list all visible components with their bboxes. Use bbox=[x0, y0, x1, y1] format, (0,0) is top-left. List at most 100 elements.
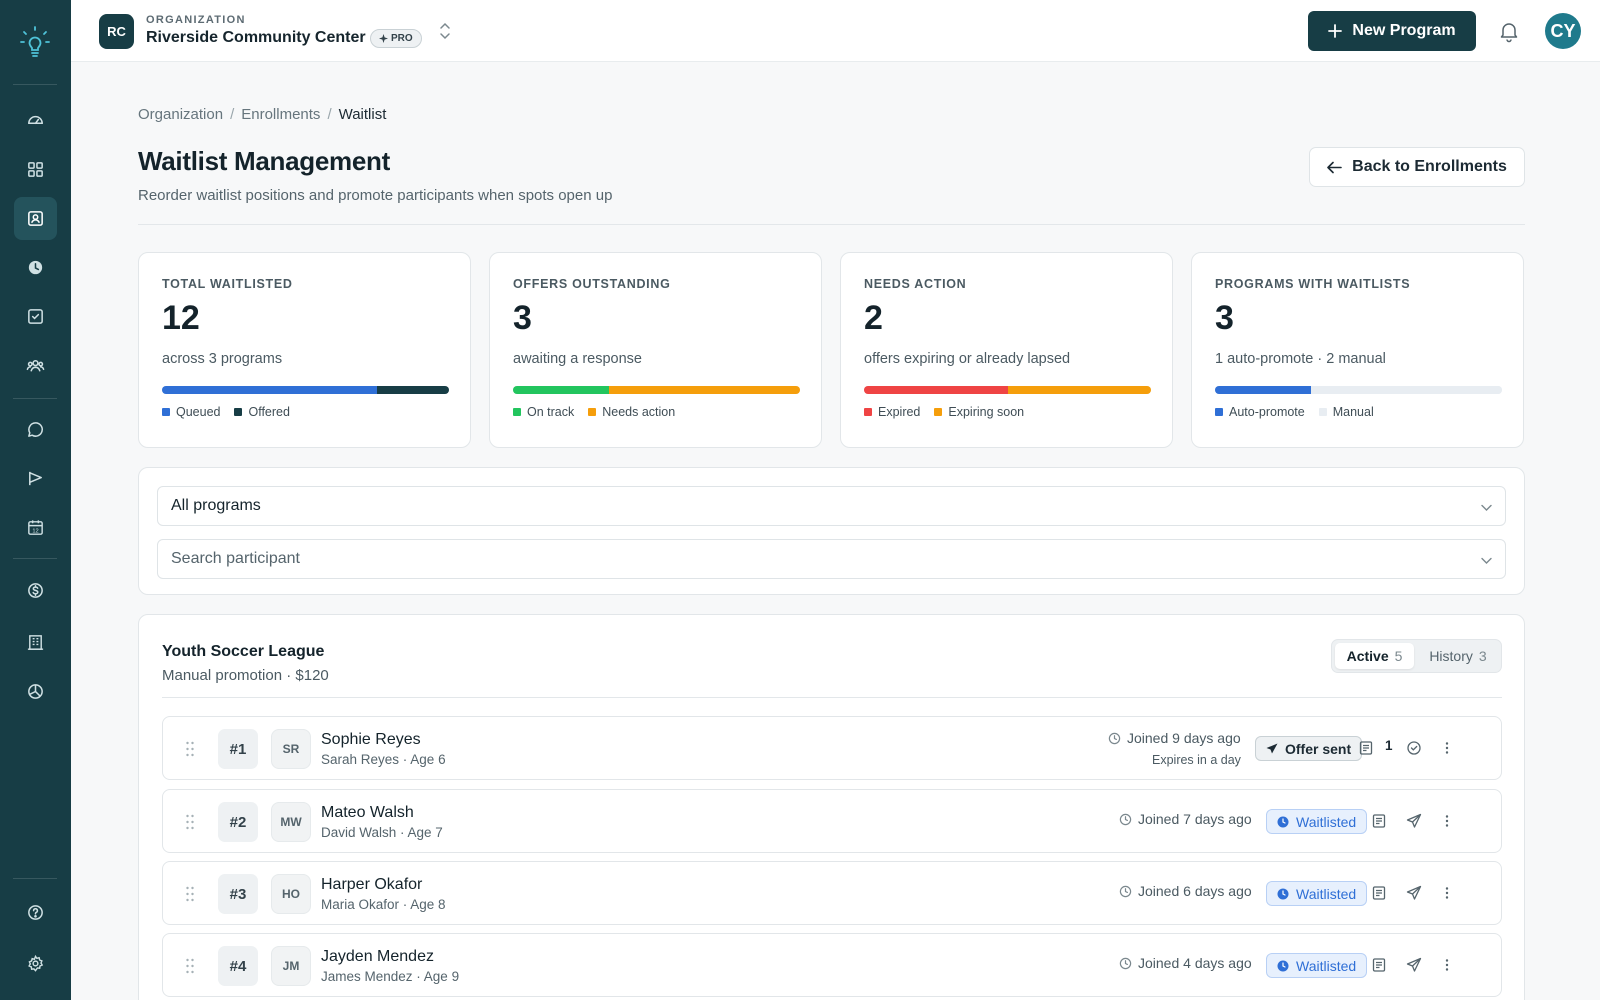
clock-icon bbox=[1277, 960, 1289, 971]
checkbox-icon bbox=[28, 309, 43, 324]
sidebar-item-calendar[interactable]: 12 bbox=[14, 506, 57, 549]
send-offer-button[interactable] bbox=[1404, 811, 1424, 831]
program-select[interactable]: All programs bbox=[157, 486, 1506, 526]
sidebar-item-attendance[interactable] bbox=[14, 246, 57, 289]
participant-name[interactable]: Mateo Walsh bbox=[321, 804, 414, 822]
legend-label: Auto-promote bbox=[1229, 405, 1305, 419]
waitlist-row[interactable]: #2 MW Mateo Walsh David Walsh · Age 7 Joined… bbox=[162, 789, 1502, 853]
waitlist-position: #1 bbox=[218, 729, 258, 769]
clock-icon bbox=[1119, 813, 1132, 825]
participant-name[interactable]: Harper Okafor bbox=[321, 876, 422, 894]
pie-chart-icon bbox=[28, 684, 43, 699]
status-badge: Offer sent bbox=[1255, 736, 1363, 761]
sidebar-item-help[interactable] bbox=[14, 891, 57, 934]
settings-icon bbox=[28, 954, 44, 972]
calendar-icon: 12 bbox=[28, 520, 43, 535]
waitlist-row[interactable]: #1 SR Sophie Reyes Sarah Reyes · Age 6 Joine… bbox=[162, 716, 1502, 780]
sidebar-item-announcements[interactable] bbox=[14, 457, 57, 500]
topbar: RC ORGANIZATION Riverside Community Cent… bbox=[71, 0, 1600, 62]
org-name[interactable]: Riverside Community Center bbox=[146, 29, 366, 47]
status-badge: Waitlisted bbox=[1266, 881, 1368, 906]
stat-bar-segment bbox=[1310, 386, 1502, 394]
divider bbox=[138, 224, 1525, 225]
org-avatar[interactable]: RC bbox=[99, 14, 134, 49]
legend-label: Queued bbox=[176, 405, 221, 419]
participant-parent-age: James Mendez · Age 9 bbox=[321, 969, 460, 984]
sidebar-item-facilities[interactable] bbox=[14, 621, 57, 664]
participant-avatar: SR bbox=[271, 729, 311, 769]
paper-plane-icon bbox=[1266, 743, 1278, 753]
send-offer-button[interactable] bbox=[1404, 955, 1424, 975]
participant-name[interactable]: Sophie Reyes bbox=[321, 731, 421, 749]
sidebar-divider bbox=[13, 558, 57, 559]
row-menu-button[interactable] bbox=[1437, 738, 1457, 758]
new-program-button[interactable]: New Program bbox=[1308, 11, 1476, 51]
notes-button[interactable] bbox=[1356, 738, 1376, 758]
row-menu-button[interactable] bbox=[1437, 811, 1457, 831]
participant-avatar: MW bbox=[271, 802, 311, 842]
drag-handle-icon[interactable] bbox=[185, 814, 195, 830]
user-avatar[interactable]: CY bbox=[1545, 13, 1581, 49]
send-offer-button[interactable] bbox=[1404, 883, 1424, 903]
stat-label: PROGRAMS WITH WAITLISTS bbox=[1215, 277, 1411, 291]
row-menu-button[interactable] bbox=[1437, 955, 1457, 975]
bell-icon[interactable] bbox=[1497, 19, 1521, 43]
stat-legend-item: Needs action bbox=[588, 405, 675, 419]
participant-search[interactable]: Search participant bbox=[157, 539, 1506, 579]
notes-count: 1 bbox=[1385, 738, 1393, 753]
stat-description: across 3 programs bbox=[162, 351, 283, 367]
stat-legend: Auto-promote Manual bbox=[1215, 405, 1374, 419]
sidebar-item-settings[interactable] bbox=[14, 942, 57, 985]
sidebar-item-messages[interactable] bbox=[14, 408, 57, 451]
more-vertical-icon bbox=[1445, 887, 1449, 899]
send-icon bbox=[1406, 885, 1422, 900]
joined-label: Joined 9 days ago bbox=[1127, 730, 1241, 746]
sidebar-item-reports[interactable] bbox=[14, 670, 57, 713]
breadcrumb-organization[interactable]: Organization bbox=[138, 106, 223, 123]
legend-label: Offered bbox=[248, 405, 290, 419]
drag-handle-icon[interactable] bbox=[185, 886, 195, 902]
notes-icon bbox=[1372, 958, 1386, 972]
sidebar-item-programs[interactable] bbox=[14, 148, 57, 191]
stat-card: OFFERS OUTSTANDING 3 awaiting a response On… bbox=[489, 252, 822, 448]
program-select-value: All programs bbox=[171, 497, 261, 514]
stat-bar-segment bbox=[608, 386, 800, 394]
tab-active[interactable]: Active 5 bbox=[1335, 643, 1414, 669]
stat-card: PROGRAMS WITH WAITLISTS 3 1 auto-promote ·… bbox=[1191, 252, 1524, 448]
breadcrumb-enrollments[interactable]: Enrollments bbox=[241, 106, 320, 123]
tab-history[interactable]: History 3 bbox=[1418, 643, 1498, 669]
stat-legend: Queued Offered bbox=[162, 405, 290, 419]
participant-avatar: JM bbox=[271, 946, 311, 986]
stat-legend-item: Offered bbox=[234, 405, 290, 419]
stat-value: 3 bbox=[1215, 299, 1234, 337]
legend-swatch bbox=[588, 408, 597, 416]
sidebar-item-dashboard[interactable] bbox=[14, 98, 57, 141]
confirm-enrollment-button[interactable] bbox=[1404, 738, 1424, 758]
stat-value: 2 bbox=[864, 299, 883, 337]
waitlist-tabs: Active 5 History 3 bbox=[1331, 639, 1502, 673]
chevron-updown-icon[interactable] bbox=[438, 21, 452, 41]
joined-label: Joined 6 days ago bbox=[1138, 883, 1252, 899]
waitlist-row[interactable]: #3 HO Harper Okafor Maria Okafor · Age 8 Joi… bbox=[162, 861, 1502, 925]
sidebar-item-members[interactable] bbox=[14, 344, 57, 387]
sidebar-item-enrollments[interactable] bbox=[14, 197, 57, 240]
lightbulb-logo-icon[interactable] bbox=[19, 25, 51, 59]
participant-name[interactable]: Jayden Mendez bbox=[321, 948, 434, 966]
back-to-enrollments-button[interactable]: Back to Enrollments bbox=[1309, 147, 1525, 187]
new-program-label: New Program bbox=[1352, 22, 1456, 39]
notes-button[interactable] bbox=[1369, 811, 1389, 831]
drag-handle-icon[interactable] bbox=[185, 741, 195, 757]
notes-button[interactable] bbox=[1369, 955, 1389, 975]
status-label: Waitlisted bbox=[1296, 813, 1357, 830]
notes-button[interactable] bbox=[1369, 883, 1389, 903]
sidebar-item-tasks[interactable] bbox=[14, 295, 57, 338]
row-menu-button[interactable] bbox=[1437, 883, 1457, 903]
tab-history-label: History bbox=[1429, 648, 1473, 664]
joined-label: Joined 4 days ago bbox=[1138, 955, 1252, 971]
waitlist-row[interactable]: #4 JM Jayden Mendez James Mendez · Age 9 Joi… bbox=[162, 933, 1502, 997]
waitlist-position: #4 bbox=[218, 946, 258, 986]
stat-legend-item: Expiring soon bbox=[934, 405, 1024, 419]
stat-label: OFFERS OUTSTANDING bbox=[513, 277, 671, 291]
sidebar-item-payments[interactable] bbox=[14, 569, 57, 612]
drag-handle-icon[interactable] bbox=[185, 958, 195, 974]
